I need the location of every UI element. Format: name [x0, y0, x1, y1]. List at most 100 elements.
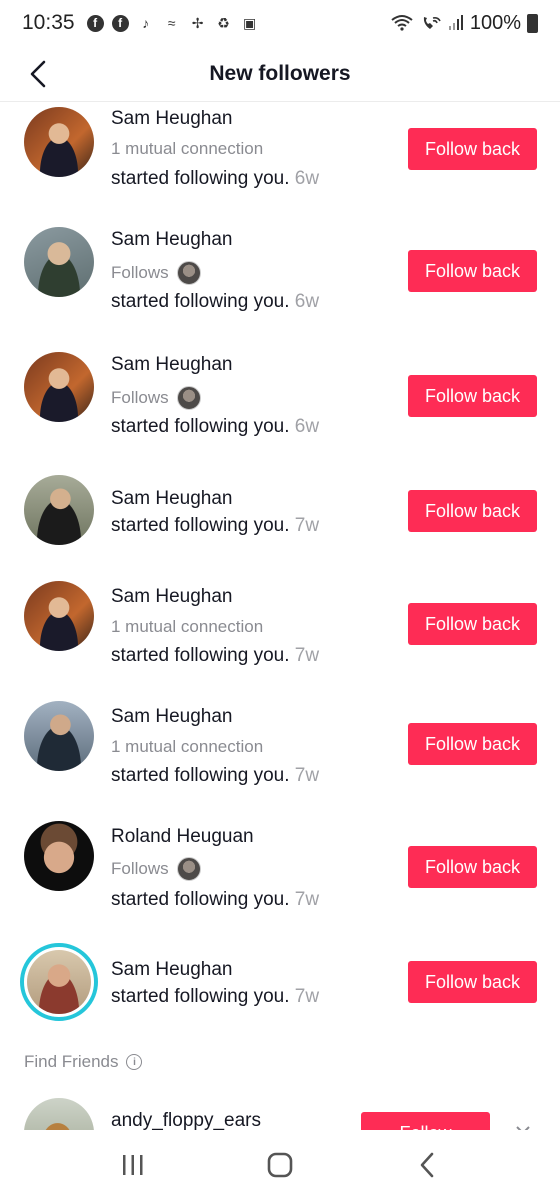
follower-name[interactable]: Sam Heughan: [111, 108, 232, 130]
recent-apps-button[interactable]: [103, 1140, 163, 1190]
action-text: started following you.: [111, 515, 290, 536]
timestamp: 6w: [294, 416, 320, 437]
follower-name[interactable]: Sam Heughan: [111, 354, 232, 376]
subtitle-text: 1 mutual connection: [111, 737, 264, 756]
system-nav-bar: [0, 1130, 560, 1200]
signal-icon: [448, 15, 463, 30]
activity-text: started following you. 7w: [111, 515, 319, 537]
subtitle-text: 1 mutual connection: [111, 617, 264, 636]
timestamp: 6w: [294, 168, 320, 189]
follows-indicator: Follows: [111, 261, 201, 285]
mini-avatar: [176, 857, 201, 881]
follower-name[interactable]: Sam Heughan: [111, 706, 232, 728]
find-friends-title: Find Friends i: [24, 1052, 143, 1072]
recent-apps-icon: [123, 1155, 143, 1175]
timestamp: 7w: [294, 889, 320, 910]
mutual-connection: 1 mutual connection: [111, 139, 263, 159]
action-text: started following you.: [111, 986, 290, 1007]
timestamp: 7w: [294, 645, 320, 666]
suggestion-name[interactable]: andy_floppy_ears: [111, 1110, 261, 1130]
header: New followers: [0, 46, 560, 102]
follower-name[interactable]: Sam Heughan: [111, 586, 232, 608]
action-text: started following you.: [111, 291, 290, 312]
follower-name[interactable]: Sam Heughan: [111, 229, 232, 251]
timestamp: 7w: [294, 765, 320, 786]
followers-list[interactable]: Sam Heughan 1 mutual connection started …: [0, 103, 560, 1130]
subtitle-text: Follows: [111, 388, 169, 407]
home-button[interactable]: [250, 1140, 310, 1190]
pinwheel-icon: ✢: [191, 14, 204, 31]
battery-icon: [527, 13, 538, 33]
battery-percent: 100%: [469, 11, 521, 34]
follower-row[interactable]: Sam Heughan 1 mutual connection started …: [0, 701, 560, 809]
timestamp: 7w: [294, 986, 320, 1007]
follows-indicator: Follows: [111, 386, 201, 410]
status-bar: 10:35 f f ♪ ≈ ✢ ♻ ▣ 100%: [0, 0, 560, 46]
tiktok-icon: ♪: [142, 15, 150, 31]
action-text: started following you.: [111, 168, 290, 189]
follower-row[interactable]: Sam Heughan started following you. 7w Fo…: [0, 941, 560, 1027]
mini-avatar: [176, 386, 201, 410]
activity-text: started following you. 6w: [111, 291, 319, 313]
action-text: started following you.: [111, 765, 290, 786]
follower-name[interactable]: Sam Heughan: [111, 488, 232, 510]
follow-back-button[interactable]: Follow back: [408, 603, 537, 645]
avatar[interactable]: [24, 581, 94, 651]
follower-row[interactable]: Sam Heughan Follows started following yo…: [0, 348, 560, 458]
mini-avatar: [176, 261, 201, 285]
action-text: started following you.: [111, 416, 290, 437]
avatar[interactable]: [24, 821, 94, 891]
follow-back-button[interactable]: Follow back: [408, 490, 537, 532]
facebook-icon: f: [86, 14, 104, 32]
wifi-call-icon: [423, 17, 441, 29]
follow-back-button[interactable]: Follow back: [408, 250, 537, 292]
status-right: 100%: [390, 12, 538, 35]
follower-name[interactable]: Sam Heughan: [111, 959, 232, 981]
follower-row[interactable]: Roland Heuguan Follows started following…: [0, 821, 560, 931]
activity-text: started following you. 7w: [111, 765, 319, 787]
activity-text: started following you. 7w: [111, 889, 319, 911]
system-back-button[interactable]: [397, 1140, 457, 1190]
subtitle-text: Follows: [111, 859, 169, 878]
avatar[interactable]: [24, 227, 94, 297]
wifi-icon: [391, 15, 413, 31]
follower-name[interactable]: Roland Heuguan: [111, 826, 254, 848]
avatar[interactable]: [24, 107, 94, 177]
mutual-connection: 1 mutual connection: [111, 737, 263, 757]
avatar-story-ring[interactable]: [20, 943, 98, 1021]
back-button[interactable]: [20, 56, 56, 92]
avatar[interactable]: [24, 1098, 94, 1130]
activity-text: started following you. 6w: [111, 168, 319, 190]
follow-back-button[interactable]: Follow back: [408, 846, 537, 888]
action-text: started following you.: [111, 889, 290, 910]
follows-indicator: Follows: [111, 857, 201, 881]
follow-back-button[interactable]: Follow back: [408, 723, 537, 765]
info-icon[interactable]: i: [126, 1054, 143, 1070]
activity-text: started following you. 6w: [111, 416, 319, 438]
status-left: 10:35 f f ♪ ≈ ✢ ♻ ▣: [22, 11, 259, 35]
avatar[interactable]: [24, 475, 94, 545]
follower-row[interactable]: Sam Heughan 1 mutual connection started …: [0, 581, 560, 689]
follower-row[interactable]: Sam Heughan 1 mutual connection started …: [0, 103, 560, 211]
timestamp: 6w: [294, 291, 320, 312]
activity-text: started following you. 7w: [111, 986, 319, 1008]
follow-back-button[interactable]: Follow back: [408, 128, 537, 170]
suggestion-row[interactable]: andy_floppy_ears Follow: [0, 1098, 560, 1130]
facebook-icon: f: [111, 14, 129, 32]
sport-icon: ≈: [167, 15, 176, 31]
avatar: [27, 950, 91, 1014]
follower-row[interactable]: Sam Heughan started following you. 7w Fo…: [0, 475, 560, 555]
activity-text: started following you. 7w: [111, 645, 319, 667]
follower-row[interactable]: Sam Heughan Follows started following yo…: [0, 223, 560, 333]
follow-back-button[interactable]: Follow back: [408, 375, 537, 417]
chevron-left-icon: [30, 60, 46, 88]
status-time: 10:35: [22, 11, 75, 34]
recycle-icon: ♻: [217, 14, 230, 31]
follow-button[interactable]: Follow: [361, 1112, 490, 1130]
avatar[interactable]: [24, 701, 94, 771]
page-title: New followers: [209, 61, 351, 85]
avatar[interactable]: [24, 352, 94, 422]
action-text: started following you.: [111, 645, 290, 666]
subtitle-text: Follows: [111, 263, 169, 282]
follow-back-button[interactable]: Follow back: [408, 961, 537, 1003]
